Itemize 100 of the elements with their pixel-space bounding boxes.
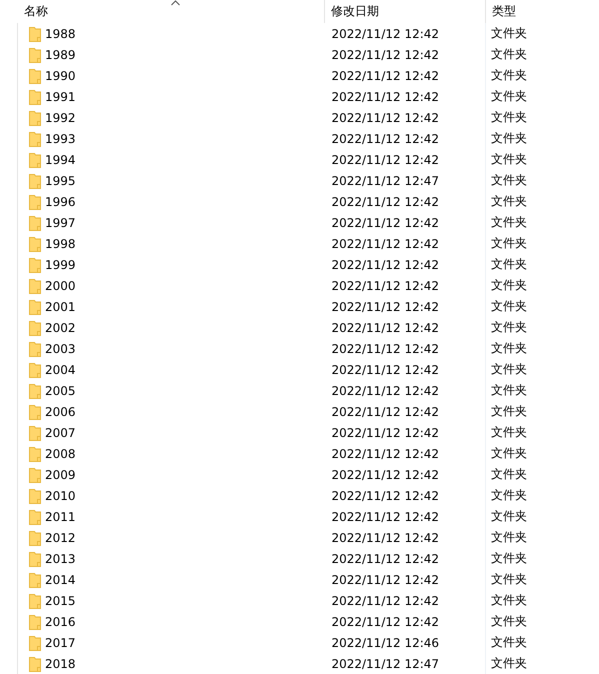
folder-icon [29, 130, 41, 146]
file-type: 文件夹 [491, 466, 528, 483]
folder-name[interactable]: 2008 [45, 446, 76, 460]
folder-name[interactable]: 2015 [45, 594, 76, 608]
file-type: 文件夹 [491, 340, 528, 357]
folder-name[interactable]: 1998 [45, 236, 76, 250]
file-type: 文件夹 [491, 487, 528, 504]
folder-name[interactable]: 2010 [45, 488, 76, 502]
folder-name[interactable]: 1988 [45, 26, 76, 40]
folder-icon [29, 298, 41, 314]
folder-name[interactable]: 2011 [45, 510, 76, 524]
folder-icon [29, 572, 41, 588]
file-type: 文件夹 [491, 550, 528, 567]
modified-date: 2022/11/12 12:42 [331, 258, 440, 272]
modified-date: 2022/11/12 12:42 [331, 152, 440, 166]
folder-name[interactable]: 2013 [45, 552, 76, 566]
folder-icon [29, 68, 41, 84]
folder-icon [29, 530, 41, 546]
modified-date: 2022/11/12 12:42 [331, 446, 440, 460]
file-type: 文件夹 [491, 130, 528, 147]
modified-date: 2022/11/12 12:42 [331, 300, 440, 314]
folder-icon [29, 550, 41, 566]
folder-name[interactable]: 1995 [45, 174, 76, 188]
folder-icon [29, 424, 41, 440]
folder-name[interactable]: 2003 [45, 342, 76, 356]
file-type: 文件夹 [491, 613, 528, 630]
folder-name[interactable]: 1996 [45, 194, 76, 208]
folder-icon [29, 110, 41, 126]
folder-name[interactable]: 2006 [45, 404, 76, 418]
folder-icon [29, 214, 41, 230]
file-type: 文件夹 [491, 529, 528, 546]
folder-name[interactable]: 1994 [45, 152, 76, 166]
modified-date: 2022/11/12 12:42 [331, 510, 440, 524]
file-type: 文件夹 [491, 382, 528, 399]
file-type: 文件夹 [491, 88, 528, 105]
file-type: 文件夹 [491, 319, 528, 336]
folder-name[interactable]: 1990 [45, 68, 76, 82]
modified-date: 2022/11/12 12:42 [331, 362, 440, 376]
folder-name[interactable]: 1997 [45, 216, 76, 230]
folder-icon [29, 634, 41, 650]
modified-date: 2022/11/12 12:46 [331, 636, 440, 650]
folder-icon [29, 152, 41, 168]
modified-date: 2022/11/12 12:42 [331, 320, 440, 334]
folder-icon [29, 278, 41, 294]
folder-name[interactable]: 2007 [45, 426, 76, 440]
file-type: 文件夹 [491, 277, 528, 294]
modified-date: 2022/11/12 12:42 [331, 404, 440, 418]
folder-name[interactable]: 1989 [45, 48, 76, 62]
file-type: 文件夹 [491, 67, 528, 84]
folder-name[interactable]: 2018 [45, 656, 76, 670]
modified-date: 2022/11/12 12:42 [331, 594, 440, 608]
folder-icon [29, 194, 41, 210]
file-type: 文件夹 [491, 403, 528, 420]
file-type: 文件夹 [491, 508, 528, 525]
folder-name[interactable]: 2016 [45, 614, 76, 628]
file-type: 文件夹 [491, 151, 528, 168]
file-type: 文件夹 [491, 424, 528, 441]
column-header[interactable]: 类型 [486, 0, 599, 23]
folder-name[interactable]: 2001 [45, 300, 76, 314]
file-type: 文件夹 [491, 172, 528, 189]
modified-date: 2022/11/12 12:42 [331, 468, 440, 482]
folder-name[interactable]: 2004 [45, 362, 76, 376]
folder-icon [29, 592, 41, 608]
file-type: 文件夹 [491, 25, 528, 42]
folder-name[interactable]: 1992 [45, 110, 76, 124]
folder-name[interactable]: 1999 [45, 258, 76, 272]
sort-ascending-icon [171, 0, 180, 6]
folder-name[interactable]: 2017 [45, 636, 76, 650]
modified-date: 2022/11/12 12:42 [331, 216, 440, 230]
file-type: 文件夹 [491, 571, 528, 588]
modified-date: 2022/11/12 12:42 [331, 194, 440, 208]
folder-name[interactable]: 2012 [45, 530, 76, 544]
modified-date: 2022/11/12 12:42 [331, 110, 440, 124]
file-type: 文件夹 [491, 214, 528, 231]
file-type: 文件夹 [491, 655, 528, 672]
column-header[interactable]: 名称 [17, 0, 325, 23]
modified-date: 2022/11/12 12:42 [331, 342, 440, 356]
modified-date: 2022/11/12 12:42 [331, 68, 440, 82]
modified-date: 2022/11/12 12:42 [331, 278, 440, 292]
folder-name[interactable]: 2009 [45, 468, 76, 482]
column-header[interactable]: 修改日期 [325, 0, 486, 23]
file-type: 文件夹 [491, 256, 528, 273]
folder-icon [29, 488, 41, 504]
modified-date: 2022/11/12 12:42 [331, 552, 440, 566]
file-type: 文件夹 [491, 592, 528, 609]
modified-date: 2022/11/12 12:42 [331, 572, 440, 586]
folder-name[interactable]: 1991 [45, 90, 76, 104]
modified-date: 2022/11/12 12:47 [331, 656, 440, 670]
folder-name[interactable]: 1993 [45, 132, 76, 146]
folder-icon [29, 88, 41, 104]
folder-name[interactable]: 2002 [45, 320, 76, 334]
folder-icon [29, 508, 41, 524]
folder-name[interactable]: 2014 [45, 572, 76, 586]
folder-icon [29, 614, 41, 630]
modified-date: 2022/11/12 12:42 [331, 530, 440, 544]
file-type: 文件夹 [491, 361, 528, 378]
folder-name[interactable]: 2005 [45, 384, 76, 398]
folder-icon [29, 256, 41, 272]
folder-name[interactable]: 2000 [45, 278, 76, 292]
folder-icon [29, 466, 41, 482]
